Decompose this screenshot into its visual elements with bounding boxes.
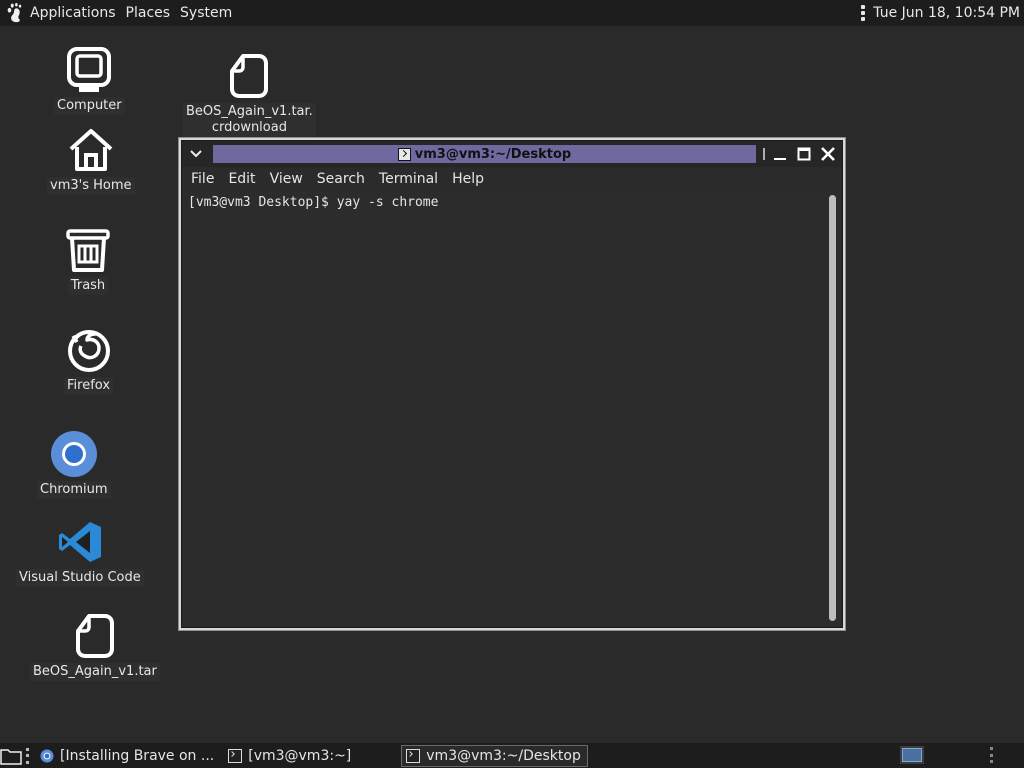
desktop-icon-firefox[interactable]: Firefox [64,326,114,395]
applications-label: Applications [30,5,116,21]
terminal-icon [406,748,421,763]
desktop-icon-label: Firefox [64,377,114,395]
desktop-icon-beos-crdownload[interactable]: BeOS_Again_v1.tar. crdownload [183,52,316,137]
label-line-1: BeOS_Again_v1.tar. [186,104,313,119]
desktop-icon-label: vm3's Home [47,177,135,195]
close-button[interactable] [818,144,838,164]
taskbar-item-brave-install[interactable]: [Installing Brave on ... [36,745,220,767]
window-title-text: vm3@vm3:~/Desktop [414,146,572,162]
panel-handle-icon [990,747,994,763]
desktop-icon-label: BeOS_Again_v1.tar. crdownload [183,103,316,137]
places-menu[interactable]: Places [122,0,177,26]
bottom-panel: [Installing Brave on ... [vm3@vm3:~] vm3… [0,743,1024,768]
desktop-icon-vscode[interactable]: Visual Studio Code [16,518,144,587]
window-menu-button[interactable] [182,141,210,167]
desktop-icon-beos-tar[interactable]: BeOS_Again_v1.tar [30,612,160,681]
taskbar-item-terminal-desktop[interactable]: vm3@vm3:~/Desktop [401,744,588,767]
label-line-2: crdownload [211,120,287,135]
menu-view[interactable]: View [263,171,310,187]
task-label: [Installing Brave on ... [60,747,215,764]
places-label: Places [125,5,171,21]
file-icon [230,54,269,98]
task-label: [vm3@vm3:~] [248,747,352,764]
terminal-icon [397,147,411,161]
trash-icon [66,229,110,272]
terminal-menubar: File Edit View Search Terminal Help [182,168,842,190]
system-menu[interactable]: System [176,0,238,26]
menu-file[interactable]: File [184,171,221,187]
menu-terminal[interactable]: Terminal [372,171,445,187]
minimize-icon [774,158,786,160]
menu-edit[interactable]: Edit [221,171,262,187]
menu-search[interactable]: Search [310,171,372,187]
desktop-icon-trash[interactable]: Trash [64,226,112,295]
maximize-button[interactable] [794,144,814,164]
close-icon [821,147,835,161]
minimize-button[interactable] [770,144,790,164]
terminal-output: [vm3@vm3 Desktop]$ yay -s chrome [188,195,439,210]
file-icon [75,614,114,658]
clock-area[interactable]: Tue Jun 18, 10:54 PM [861,0,1020,26]
vscode-icon [58,522,101,562]
titlebar-separator [760,144,768,164]
desktop-icon-label: Trash [67,277,109,295]
show-desktop-button[interactable] [0,745,22,767]
top-panel: Applications Places System Tue Jun 18, 1… [0,0,1024,26]
desktop-icon-label: Computer [54,97,125,115]
maximize-icon [797,147,811,161]
folder-icon [0,748,22,765]
terminal-titlebar[interactable]: vm3@vm3:~/Desktop [182,141,842,167]
desktop-icon-computer[interactable]: Computer [54,46,125,115]
panel-handle-icon [26,747,30,764]
terminal-icon [228,748,243,763]
terminal-body[interactable]: [vm3@vm3 Desktop]$ yay -s chrome [184,191,840,625]
desktop-icon-label: BeOS_Again_v1.tar [30,663,160,681]
task-label: vm3@vm3:~/Desktop [426,747,581,764]
terminal-scrollbar[interactable] [829,195,836,621]
gnome-foot-icon [7,3,22,23]
desktop-icon-label: Visual Studio Code [16,569,144,587]
computer-icon [67,47,112,92]
desktop-icon-label: Chromium [37,481,111,499]
applications-menu[interactable]: Applications [0,0,122,26]
desktop-icon-home[interactable]: vm3's Home [47,126,135,195]
system-label: System [180,5,233,21]
workspace-1[interactable] [902,748,922,762]
desktop-icon-chromium[interactable]: Chromium [37,430,111,499]
clock[interactable]: Tue Jun 18, 10:54 PM [873,5,1020,21]
chevron-down-icon [190,150,202,158]
chromium-icon [40,749,54,762]
menu-help[interactable]: Help [445,171,491,187]
home-icon [69,129,113,171]
taskbar-item-terminal-home[interactable]: [vm3@vm3:~] [224,745,357,767]
window-title[interactable]: vm3@vm3:~/Desktop [213,145,756,163]
firefox-icon [67,330,110,372]
chromium-icon [50,431,97,477]
workspace-switcher[interactable] [900,746,924,764]
kebab-menu-icon[interactable] [861,5,866,21]
terminal-window[interactable]: vm3@vm3:~/Desktop File Edit View Search … [178,137,846,631]
terminal-frame: vm3@vm3:~/Desktop File Edit View Search … [181,140,843,628]
